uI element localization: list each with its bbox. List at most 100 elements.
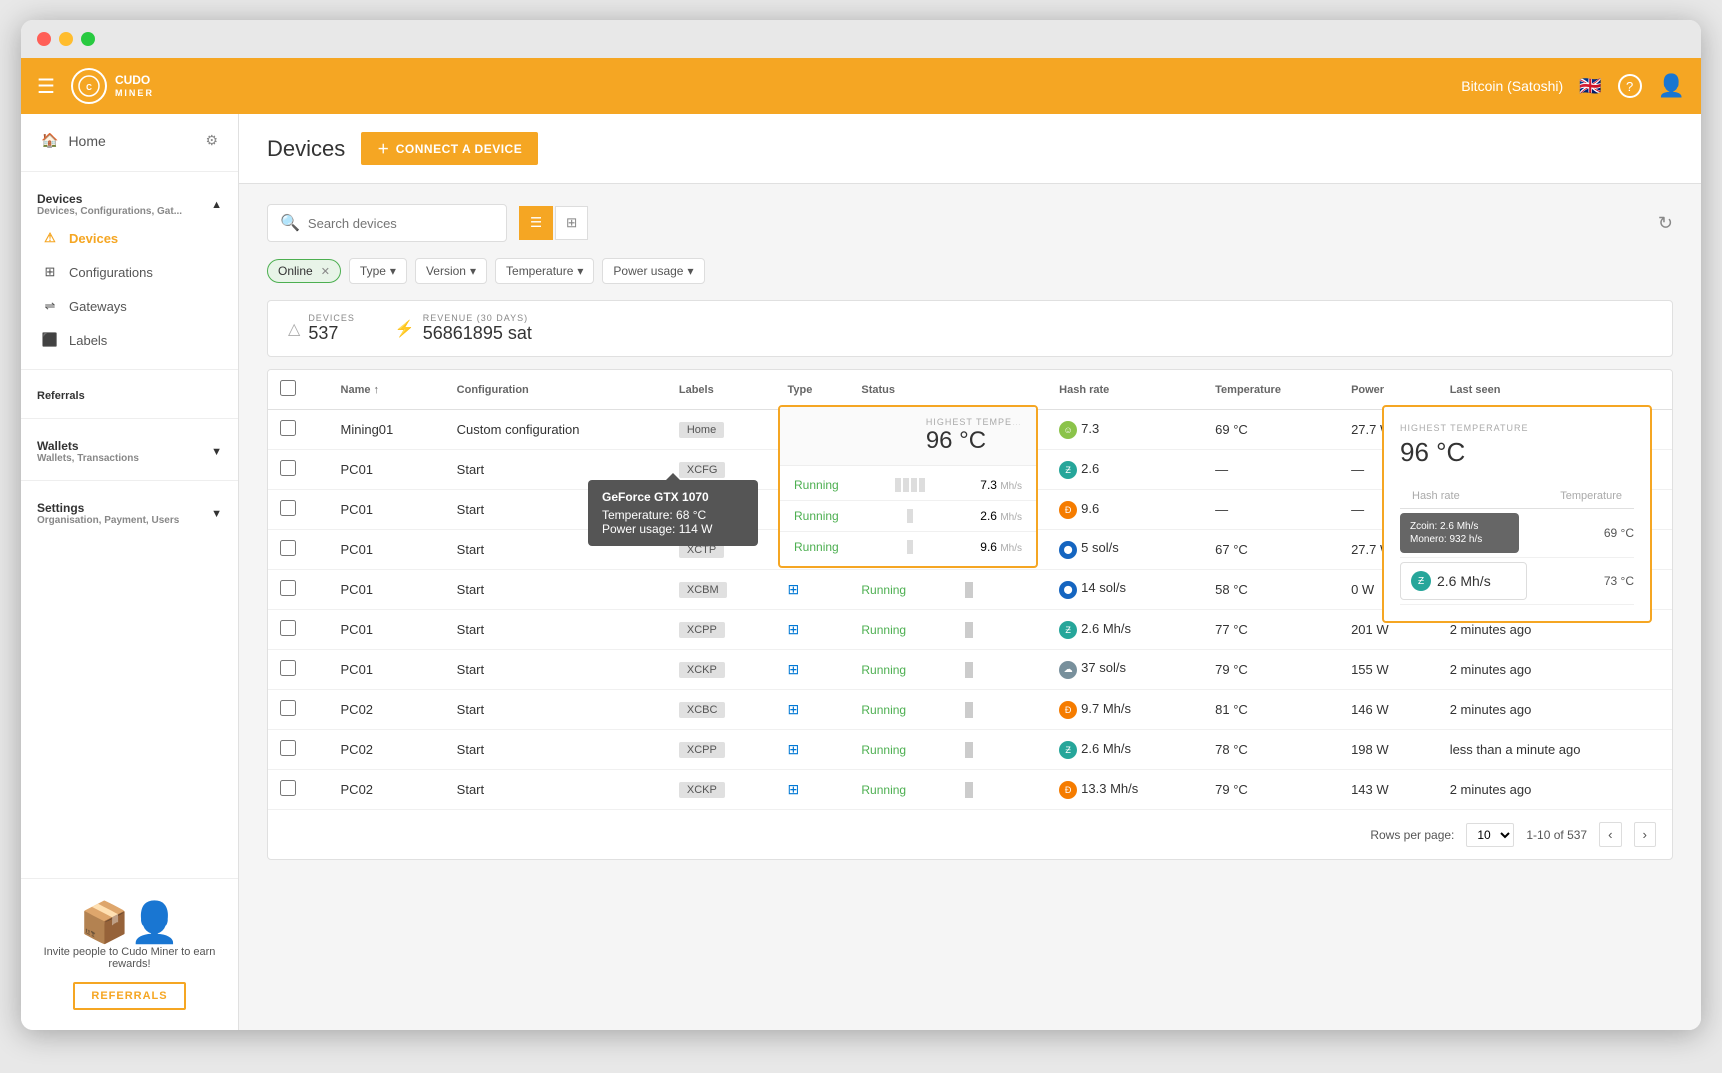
pagination-range: 1-10 of 537 bbox=[1526, 828, 1587, 842]
sidebar-item-labels[interactable]: ⬛ Labels bbox=[21, 323, 238, 357]
close-button[interactable] bbox=[37, 32, 51, 46]
devices-warning-icon: ⚠ bbox=[41, 230, 59, 246]
select-all-checkbox[interactable] bbox=[280, 380, 296, 396]
popup-row3-hash: 9.6 Mh/s bbox=[980, 540, 1022, 554]
col-power: Power bbox=[1339, 370, 1438, 410]
titlebar bbox=[21, 20, 1701, 58]
devices-icon: △ bbox=[288, 319, 300, 339]
table-row[interactable]: PC02 Start XCKP ⊞ Running Ð13.3 Mh/s 79 … bbox=[268, 770, 1672, 810]
row-config: Start bbox=[445, 610, 667, 650]
filter-type[interactable]: Type ▾ bbox=[349, 258, 407, 284]
table-row[interactable]: PC01 Start XCKP ⊞ Running ☁37 sol/s 79 °… bbox=[268, 650, 1672, 690]
row-name: Mining01 bbox=[329, 410, 445, 450]
maximize-button[interactable] bbox=[81, 32, 95, 46]
main-header: Devices ＋ CONNECT A DEVICE bbox=[239, 114, 1701, 184]
row-type: ⊞ bbox=[775, 570, 849, 610]
popup-row2-status: Running bbox=[794, 509, 839, 523]
hamburger-menu-icon[interactable]: ☰ bbox=[37, 74, 55, 99]
table-row[interactable]: PC02 Start XCPP ⊞ Running Ƶ2.6 Mh/s 78 °… bbox=[268, 730, 1672, 770]
row-label: XCBM bbox=[667, 570, 776, 610]
help-icon[interactable]: ? bbox=[1618, 74, 1642, 98]
referrals-button[interactable]: REFERRALS bbox=[73, 982, 185, 1010]
next-page-button[interactable]: › bbox=[1634, 822, 1656, 847]
list-view-button[interactable]: ☰ bbox=[519, 206, 553, 240]
row-bar bbox=[953, 730, 1047, 770]
flag-icon[interactable]: 🇬🇧 bbox=[1579, 76, 1601, 97]
row-name: PC01 bbox=[329, 610, 445, 650]
col-temp: Temperature bbox=[1203, 370, 1339, 410]
settings-icon[interactable]: ⚙ bbox=[205, 132, 218, 149]
row-config: Start bbox=[445, 690, 667, 730]
filter-power-usage[interactable]: Power usage ▾ bbox=[602, 258, 704, 284]
settings-expand-icon[interactable]: ▼ bbox=[211, 508, 222, 520]
row-temp: — bbox=[1203, 450, 1339, 490]
popup-col-temp: Temperature bbox=[1527, 480, 1634, 509]
search-input[interactable] bbox=[308, 216, 494, 231]
filter-online-label: Online bbox=[278, 264, 313, 278]
configurations-icon: ⊞ bbox=[41, 264, 59, 280]
user-icon[interactable]: 👤 bbox=[1658, 73, 1685, 99]
grid-view-button[interactable]: ⊞ bbox=[555, 206, 588, 240]
row-config: Start bbox=[445, 450, 667, 490]
refresh-button[interactable]: ↻ bbox=[1658, 213, 1673, 234]
sidebar-item-devices[interactable]: ⚠ Devices bbox=[21, 221, 238, 255]
prev-page-button[interactable]: ‹ bbox=[1599, 822, 1621, 847]
filter-power-label: Power usage bbox=[613, 264, 683, 278]
filter-temperature-label: Temperature bbox=[506, 264, 573, 278]
main-content-area: Devices ＋ CONNECT A DEVICE 🔍 ☰ bbox=[239, 114, 1701, 1030]
filter-temperature[interactable]: Temperature ▾ bbox=[495, 258, 594, 284]
connect-device-button[interactable]: ＋ CONNECT A DEVICE bbox=[361, 132, 538, 165]
sidebar-divider-1 bbox=[21, 171, 238, 172]
sidebar-devices-label: Devices bbox=[69, 231, 118, 246]
popup-row3-status: Running bbox=[794, 540, 839, 554]
row-type: ⊞ bbox=[775, 690, 849, 730]
row-lastseen: 2 minutes ago bbox=[1438, 690, 1672, 730]
popup-hash-details2: Monero: 932 h/s bbox=[1410, 534, 1509, 545]
row-lastseen: less than a minute ago bbox=[1438, 730, 1672, 770]
row-lastseen: 2 minutes ago bbox=[1438, 770, 1672, 810]
row-temp: — bbox=[1203, 490, 1339, 530]
filter-version-label: Version bbox=[426, 264, 466, 278]
filter-version[interactable]: Version ▾ bbox=[415, 258, 487, 284]
rows-per-page-select[interactable]: 10 25 50 bbox=[1466, 823, 1514, 847]
plus-icon: ＋ bbox=[377, 140, 390, 157]
row-name: PC01 bbox=[329, 650, 445, 690]
search-icon: 🔍 bbox=[280, 213, 300, 233]
row-hashrate: Ƶ2.6 Mh/s bbox=[1047, 610, 1203, 650]
col-last-seen: Last seen bbox=[1438, 370, 1672, 410]
sidebar-item-configurations[interactable]: ⊞ Configurations bbox=[21, 255, 238, 289]
pagination: Rows per page: 10 25 50 1-10 of 537 ‹ › bbox=[268, 810, 1672, 859]
sidebar-referral-banner: 📦👤 Invite people to Cudo Miner to earn r… bbox=[21, 878, 238, 1030]
labels-icon: ⬛ bbox=[41, 332, 59, 348]
sidebar-referrals-label: Referrals bbox=[37, 390, 85, 402]
stat-revenue-value: 56861895 sat bbox=[423, 323, 532, 344]
table-row[interactable]: PC02 Start XCBC ⊞ Running Ð9.7 Mh/s 81 °… bbox=[268, 690, 1672, 730]
popup-hash-value-cell: Ƶ 2.6 Mh/s bbox=[1400, 558, 1527, 605]
sidebar-labels-label: Labels bbox=[69, 333, 107, 348]
svg-text:C: C bbox=[86, 83, 92, 92]
col-name[interactable]: Name ↑ bbox=[329, 370, 445, 410]
row-power: 143 W bbox=[1339, 770, 1438, 810]
sidebar-home-item[interactable]: 🏠 Home ⚙ bbox=[21, 122, 238, 159]
row-config: Start bbox=[445, 490, 667, 530]
filter-online[interactable]: Online ✕ bbox=[267, 259, 341, 283]
row-hashrate: ☁37 sol/s bbox=[1047, 650, 1203, 690]
sidebar-home-section: 🏠 Home ⚙ bbox=[21, 114, 238, 167]
row-checkbox bbox=[268, 410, 329, 450]
stats-bar: △ DEVICES 537 ⚡ REVENUE (30 DAYS) 568618… bbox=[267, 300, 1673, 357]
col-type: Type bbox=[775, 370, 849, 410]
version-chevron-icon: ▾ bbox=[470, 264, 476, 278]
filter-online-close[interactable]: ✕ bbox=[321, 265, 330, 278]
sidebar-item-gateways[interactable]: ⇌ Gateways bbox=[21, 289, 238, 323]
page-title: Devices bbox=[267, 136, 345, 162]
row-hashrate: ⬤14 sol/s bbox=[1047, 570, 1203, 610]
collapse-icon[interactable]: ▲ bbox=[211, 199, 222, 211]
row-status: Running bbox=[849, 770, 953, 810]
wallets-expand-icon[interactable]: ▼ bbox=[211, 446, 222, 458]
sidebar-wallets-header: Wallets Wallets, Transactions ▼ bbox=[21, 431, 238, 468]
power-chevron-icon: ▾ bbox=[687, 264, 693, 278]
revenue-icon: ⚡ bbox=[395, 319, 415, 339]
minimize-button[interactable] bbox=[59, 32, 73, 46]
popup-row1-status: Running bbox=[794, 478, 839, 492]
zcoin-icon: Ƶ bbox=[1411, 571, 1431, 591]
